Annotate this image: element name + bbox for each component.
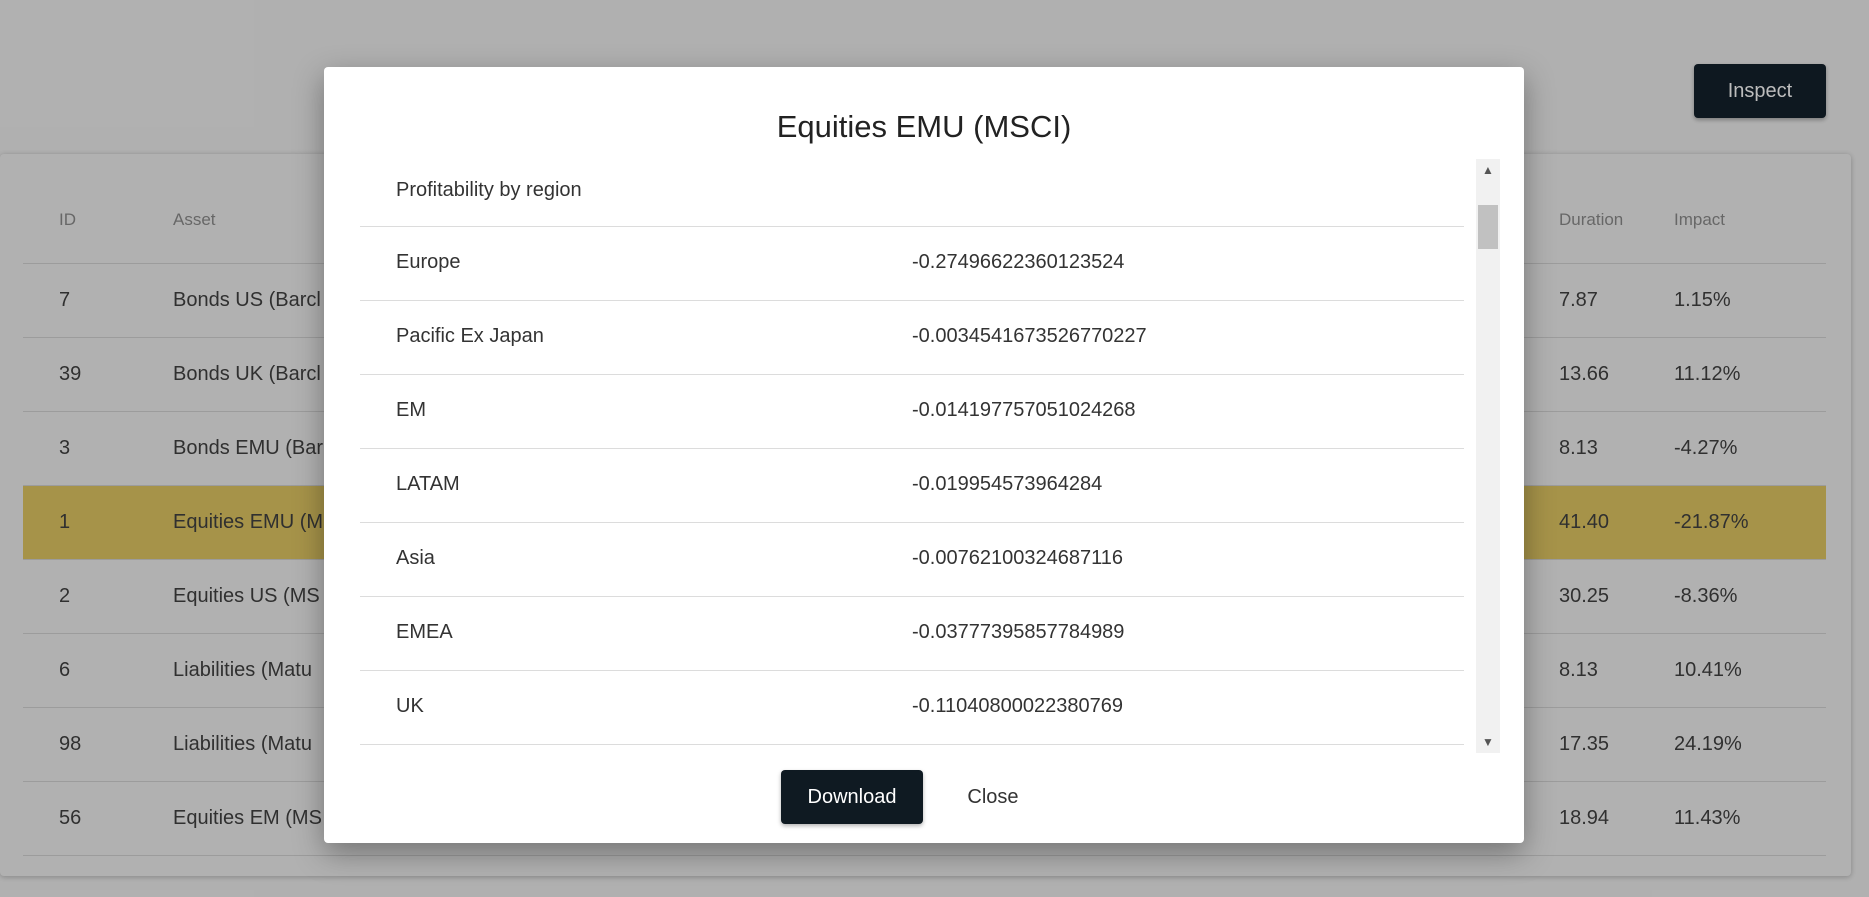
region-value: -0.00762100324687116 bbox=[912, 547, 1123, 569]
region-row: EM -0.014197757051024268 bbox=[360, 375, 1464, 449]
region-label: Europe bbox=[396, 251, 461, 273]
region-row: EMEA -0.03777395857784989 bbox=[360, 597, 1464, 671]
section-header-label: Profitability by region bbox=[396, 179, 582, 201]
region-row: LATAM -0.019954573964284 bbox=[360, 449, 1464, 523]
close-button[interactable]: Close bbox=[948, 770, 1038, 824]
region-value: -0.0034541673526770227 bbox=[912, 325, 1147, 347]
vertical-scrollbar[interactable]: ▲ ▼ bbox=[1476, 159, 1500, 753]
region-label: EMEA bbox=[396, 621, 453, 643]
region-value: -0.03777395857784989 bbox=[912, 621, 1125, 643]
section-header: Profitability by region bbox=[360, 159, 1464, 227]
region-value: -0.019954573964284 bbox=[912, 473, 1103, 495]
region-row: Pacific Ex Japan -0.0034541673526770227 bbox=[360, 301, 1464, 375]
region-value: -0.27496622360123524 bbox=[912, 251, 1125, 273]
download-button[interactable]: Download bbox=[781, 770, 923, 824]
dialog-title: Equities EMU (MSCI) bbox=[776, 109, 1072, 144]
triangle-down-icon[interactable]: ▼ bbox=[1476, 731, 1500, 753]
asset-detail-dialog: Equities EMU (MSCI) Profitability by reg… bbox=[324, 67, 1524, 843]
scroll-thumb[interactable] bbox=[1478, 205, 1498, 249]
region-label: UK bbox=[396, 695, 424, 717]
region-row: UK -0.11040800022380769 bbox=[360, 671, 1464, 745]
dialog-content[interactable]: Profitability by region Europe -0.274966… bbox=[360, 159, 1500, 753]
region-label: Pacific Ex Japan bbox=[396, 325, 544, 347]
region-label: LATAM bbox=[396, 473, 460, 495]
region-row: Asia -0.00762100324687116 bbox=[360, 523, 1464, 597]
region-label: EM bbox=[396, 399, 426, 421]
region-label: Asia bbox=[396, 547, 435, 569]
region-value: -0.014197757051024268 bbox=[912, 399, 1136, 421]
region-row: Europe -0.27496622360123524 bbox=[360, 227, 1464, 301]
dialog-actions: Download Close bbox=[324, 770, 1524, 826]
region-value: -0.11040800022380769 bbox=[912, 695, 1123, 717]
triangle-up-icon[interactable]: ▲ bbox=[1476, 159, 1500, 181]
